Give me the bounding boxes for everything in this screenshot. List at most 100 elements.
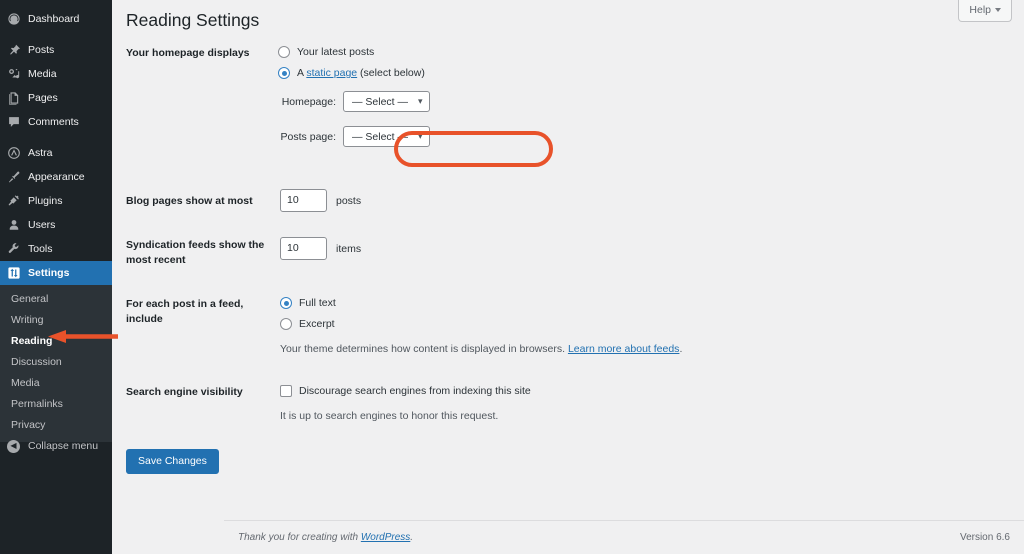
submit-row: Save Changes bbox=[126, 449, 1006, 474]
label-search-visibility: Search engine visibility bbox=[126, 386, 243, 398]
wordpress-link[interactable]: WordPress bbox=[361, 532, 410, 543]
posts-page-select[interactable]: — Select — ▾ bbox=[343, 126, 430, 147]
discourage-search-checkbox[interactable] bbox=[280, 385, 292, 397]
footer-thanks-prefix: Thank you for creating with bbox=[238, 532, 361, 543]
submenu-item-media[interactable]: Media bbox=[0, 373, 112, 394]
radio-full-text[interactable] bbox=[280, 297, 292, 309]
footer-thanks: Thank you for creating with WordPress. bbox=[238, 532, 413, 543]
static-prefix: A bbox=[297, 67, 307, 79]
help-label: Help bbox=[969, 4, 991, 16]
comments-icon bbox=[7, 115, 21, 129]
syndication-field-group: 10 items bbox=[278, 237, 1006, 260]
pages-icon bbox=[7, 91, 21, 105]
menu-spacer bbox=[0, 134, 112, 141]
user-icon bbox=[7, 218, 21, 232]
sidebar-item-tools[interactable]: Tools bbox=[0, 237, 112, 261]
sidebar-item-media[interactable]: Media bbox=[0, 62, 112, 86]
collapse-menu-label: Collapse menu bbox=[28, 440, 99, 452]
static-suffix: (select below) bbox=[357, 67, 425, 79]
blog-pages-field-group: 10 posts bbox=[278, 189, 1006, 212]
main-content: Help Reading Settings Your homepage disp… bbox=[112, 0, 1024, 554]
sidebar-item-label: Media bbox=[28, 68, 57, 80]
footer-thanks-suffix: . bbox=[410, 532, 414, 543]
help-tab-wrap: Help bbox=[958, 0, 1012, 22]
save-changes-button[interactable]: Save Changes bbox=[126, 449, 219, 474]
pin-icon bbox=[7, 43, 21, 57]
blog-pages-unit: posts bbox=[336, 194, 362, 207]
homepage-select-value: — Select — bbox=[352, 95, 409, 108]
row-homepage-select: Homepage: — Select — ▾ bbox=[278, 91, 1006, 112]
option-static-page[interactable]: A static page (select below) bbox=[278, 66, 1006, 80]
sidebar-item-plugins[interactable]: Plugins bbox=[0, 189, 112, 213]
sidebar-item-appearance[interactable]: Appearance bbox=[0, 165, 112, 189]
syndication-feeds-unit: items bbox=[336, 242, 362, 255]
media-icon bbox=[7, 67, 21, 81]
collapse-arrow-icon: ◀ bbox=[7, 439, 20, 453]
label-syndication-feeds: Syndication feeds show the most recent bbox=[126, 239, 265, 266]
settings-submenu: General Writing Reading Discussion Media… bbox=[0, 285, 112, 442]
astra-icon bbox=[7, 146, 21, 160]
submenu-item-reading[interactable]: Reading bbox=[0, 331, 112, 352]
option-discourage-search[interactable]: Discourage search engines from indexing … bbox=[280, 384, 1006, 398]
sidebar-item-label: Comments bbox=[28, 116, 79, 128]
wrench-icon bbox=[7, 242, 21, 256]
sidebar-item-comments[interactable]: Comments bbox=[0, 110, 112, 134]
settings-sliders-icon bbox=[7, 266, 21, 280]
option-latest-posts[interactable]: Your latest posts bbox=[278, 45, 1006, 59]
feed-include-description: Your theme determines how content is dis… bbox=[280, 342, 1006, 356]
sidebar-item-label: Appearance bbox=[28, 171, 85, 183]
submenu-item-discussion[interactable]: Discussion bbox=[0, 352, 112, 373]
submenu-item-permalinks[interactable]: Permalinks bbox=[0, 394, 112, 415]
collapse-menu-button[interactable]: ◀ Collapse menu bbox=[0, 434, 112, 458]
radio-static-page[interactable] bbox=[278, 67, 290, 79]
feed-desc-suffix: . bbox=[679, 343, 683, 355]
label-homepage-displays: Your homepage displays bbox=[126, 47, 250, 59]
option-full-text[interactable]: Full text bbox=[280, 296, 1006, 310]
row-search-visibility: Search engine visibility Discourage sear… bbox=[126, 384, 1006, 423]
label-feed-include: For each post in a feed, include bbox=[126, 298, 244, 325]
sidebar-item-label: Settings bbox=[28, 267, 70, 279]
submenu-item-privacy[interactable]: Privacy bbox=[0, 415, 112, 436]
help-button[interactable]: Help bbox=[958, 0, 1012, 22]
blog-pages-input[interactable]: 10 bbox=[280, 189, 327, 212]
sidebar-item-posts[interactable]: Posts bbox=[0, 38, 112, 62]
syndication-feeds-input[interactable]: 10 bbox=[280, 237, 327, 260]
radio-excerpt[interactable] bbox=[280, 318, 292, 330]
menu-spacer bbox=[0, 0, 112, 7]
admin-sidebar: Dashboard Posts Media Pages Comments Ast… bbox=[0, 0, 120, 554]
sidebar-item-pages[interactable]: Pages bbox=[0, 86, 112, 110]
search-visibility-group: Discourage search engines from indexing … bbox=[278, 384, 1006, 423]
footer-version: Version 6.6 bbox=[959, 532, 1010, 543]
sidebar-item-users[interactable]: Users bbox=[0, 213, 112, 237]
dashboard-icon bbox=[7, 12, 21, 26]
chevron-down-icon: ▾ bbox=[418, 96, 423, 106]
reading-settings-form: Your homepage displays Your latest posts… bbox=[126, 45, 1006, 474]
homepage-select[interactable]: — Select — ▾ bbox=[343, 91, 430, 112]
row-syndication-feeds: Syndication feeds show the most recent 1… bbox=[126, 237, 1006, 267]
plug-icon bbox=[7, 194, 21, 208]
submenu-item-general[interactable]: General bbox=[0, 289, 112, 310]
sidebar-item-label: Posts bbox=[28, 44, 55, 56]
sidebar-item-settings[interactable]: Settings bbox=[0, 261, 120, 285]
feed-desc-prefix: Your theme determines how content is dis… bbox=[280, 343, 568, 355]
footer: Thank you for creating with WordPress. V… bbox=[224, 520, 1024, 554]
submenu-item-writing[interactable]: Writing bbox=[0, 310, 112, 331]
learn-more-feeds-link[interactable]: Learn more about feeds bbox=[568, 343, 680, 355]
label-blog-pages: Blog pages show at most bbox=[126, 194, 253, 207]
option-excerpt[interactable]: Excerpt bbox=[280, 317, 1006, 331]
label-full-text: Full text bbox=[299, 297, 336, 309]
label-latest-posts: Your latest posts bbox=[297, 46, 375, 58]
row-homepage-displays: Your homepage displays Your latest posts… bbox=[126, 45, 1006, 151]
sidebar-item-label: Users bbox=[28, 219, 56, 231]
chevron-down-icon: ▾ bbox=[418, 131, 423, 141]
chevron-down-icon bbox=[995, 8, 1001, 12]
static-page-link[interactable]: static page bbox=[306, 67, 357, 79]
paintbrush-icon bbox=[7, 170, 21, 184]
homepage-displays-options: Your latest posts A static page (select … bbox=[278, 45, 1006, 151]
label-homepage-select: Homepage: bbox=[281, 95, 336, 108]
row-feed-include: For each post in a feed, include Full te… bbox=[126, 296, 1006, 356]
radio-latest-posts[interactable] bbox=[278, 46, 290, 58]
sidebar-item-astra[interactable]: Astra bbox=[0, 141, 112, 165]
sidebar-item-dashboard[interactable]: Dashboard bbox=[0, 7, 112, 31]
sidebar-item-label: Pages bbox=[28, 92, 58, 104]
